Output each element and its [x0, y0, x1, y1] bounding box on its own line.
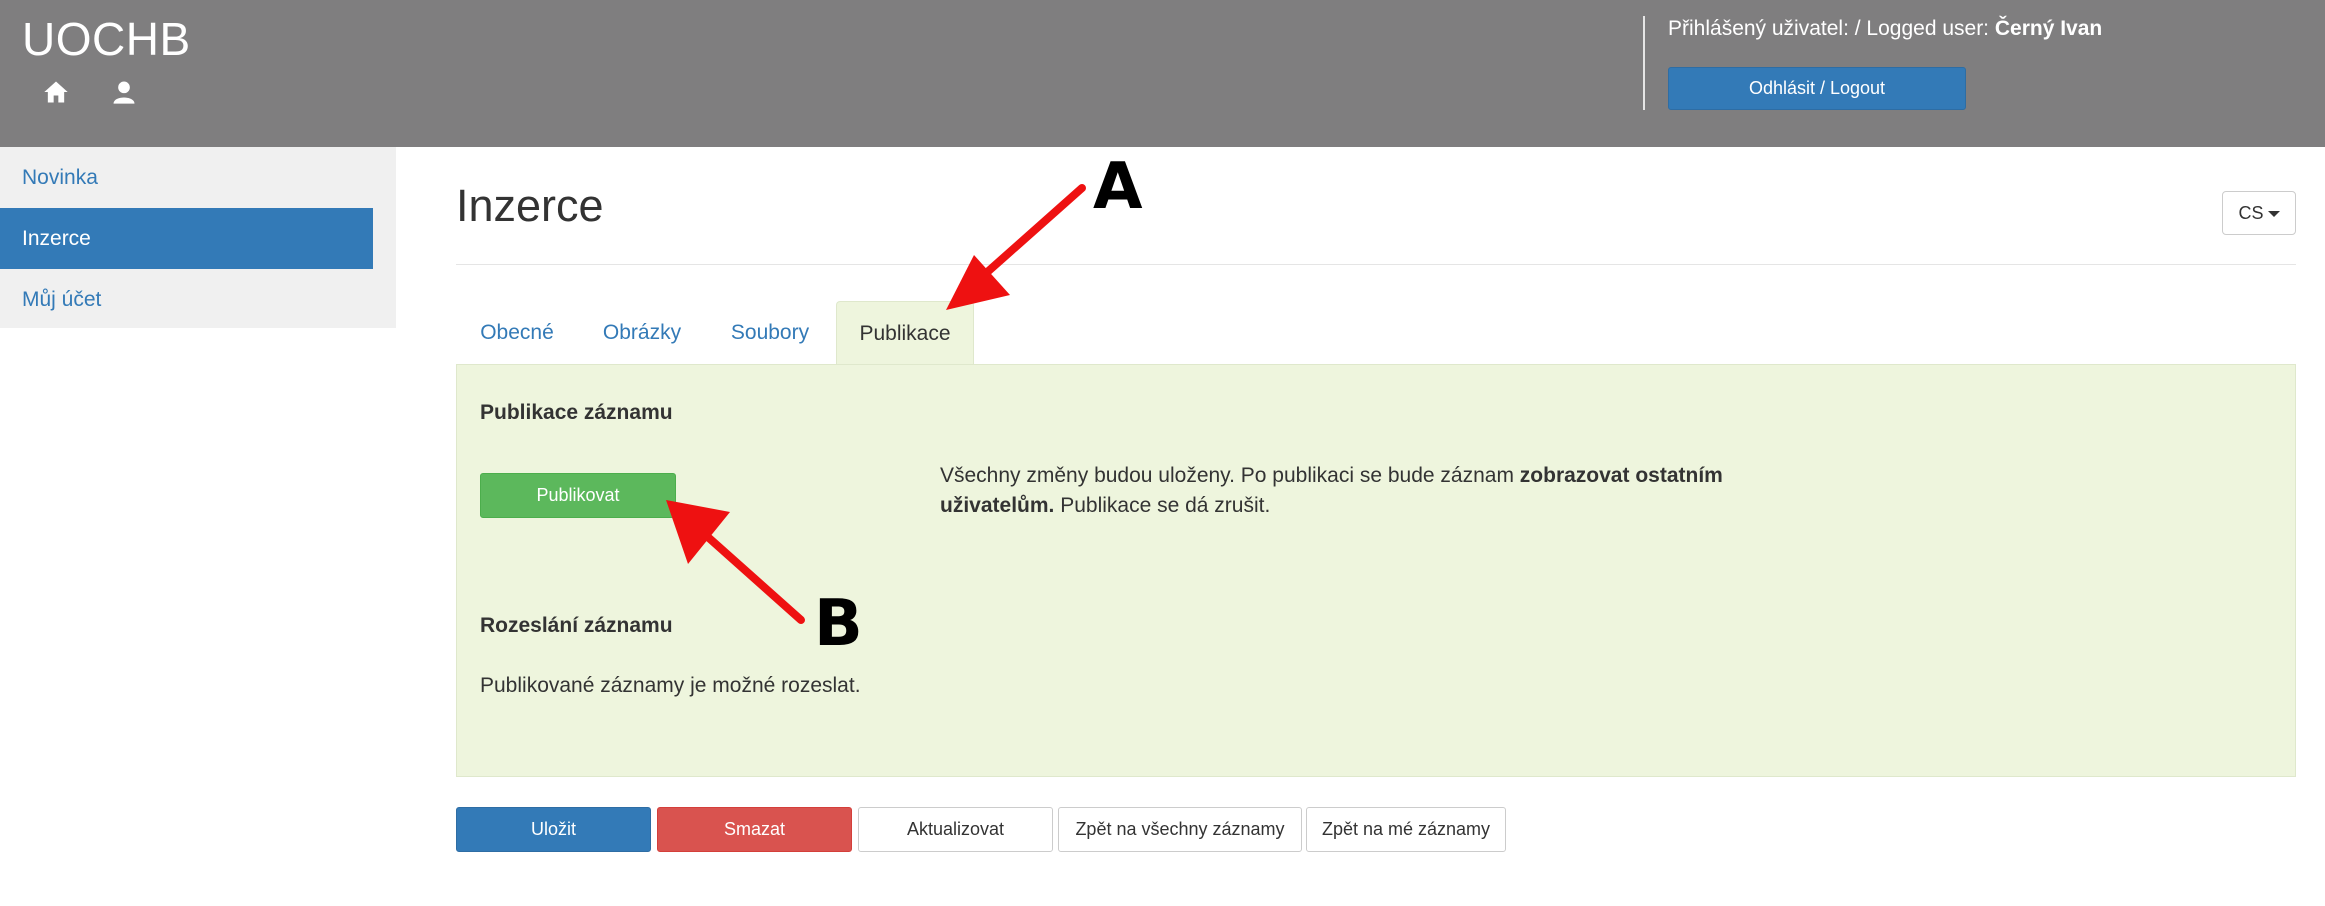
tab-publikace[interactable]: Publikace [836, 301, 974, 364]
arrow-a [946, 184, 1086, 310]
language-dropdown[interactable]: CS [2222, 191, 2296, 235]
language-value: CS [2238, 203, 2264, 223]
desc-text-1: Všechny změny budou uloženy. Po publikac… [940, 464, 1520, 487]
logged-user-info: Přihlášený uživatel: / Logged user: Čern… [1668, 17, 2102, 41]
tab-bar: Obecné Obrázky Soubory Publikace [456, 301, 2296, 364]
logged-user-name: Černý Ivan [1994, 17, 2103, 40]
title-divider [456, 264, 2296, 265]
page-title: Inzerce [456, 180, 604, 231]
annotation-label-a: A [1093, 150, 1143, 224]
logged-user-label: Přihlášený uživatel: / Logged user: [1668, 17, 1995, 40]
header-divider [1643, 16, 1645, 110]
back-my-records-button[interactable]: Zpět na mé záznamy [1306, 807, 1506, 852]
brand-logo[interactable]: UOCHB [22, 12, 191, 66]
save-button[interactable]: Uložit [456, 807, 651, 852]
publication-panel: Publikace záznamu Publikovat Všechny změ… [456, 364, 2296, 777]
sidebar-item-muj-ucet[interactable]: Můj účet [0, 269, 373, 330]
home-icon[interactable] [42, 78, 70, 106]
delete-button[interactable]: Smazat [657, 807, 852, 852]
sidebar-item-inzerce[interactable]: Inzerce [0, 208, 373, 269]
tab-obrazky[interactable]: Obrázky [578, 301, 706, 364]
sidebar: Novinka Inzerce Můj účet [0, 147, 396, 328]
caret-down-icon [2267, 211, 2280, 218]
sidebar-item-novinka[interactable]: Novinka [0, 147, 373, 208]
publish-section-title: Publikace záznamu [480, 401, 673, 424]
tab-soubory[interactable]: Soubory [706, 301, 834, 364]
send-description: Publikované záznamy je možné rozeslat. [480, 674, 861, 697]
back-all-records-button[interactable]: Zpět na všechny záznamy [1058, 807, 1302, 852]
send-section-title: Rozeslání záznamu [480, 614, 673, 637]
logout-button[interactable]: Odhlásit / Logout [1668, 67, 1966, 110]
publish-description: Všechny změny budou uloženy. Po publikac… [940, 461, 1740, 521]
top-header: UOCHB Přihlášený uživatel: / Logged user… [0, 0, 2325, 147]
publish-button[interactable]: Publikovat [480, 473, 676, 518]
update-button[interactable]: Aktualizovat [858, 807, 1053, 852]
desc-text-2: Publikace se dá zrušit. [1054, 494, 1271, 517]
user-icon[interactable] [110, 78, 138, 106]
tab-obecne[interactable]: Obecné [456, 301, 578, 364]
annotation-label-b: B [814, 587, 863, 661]
